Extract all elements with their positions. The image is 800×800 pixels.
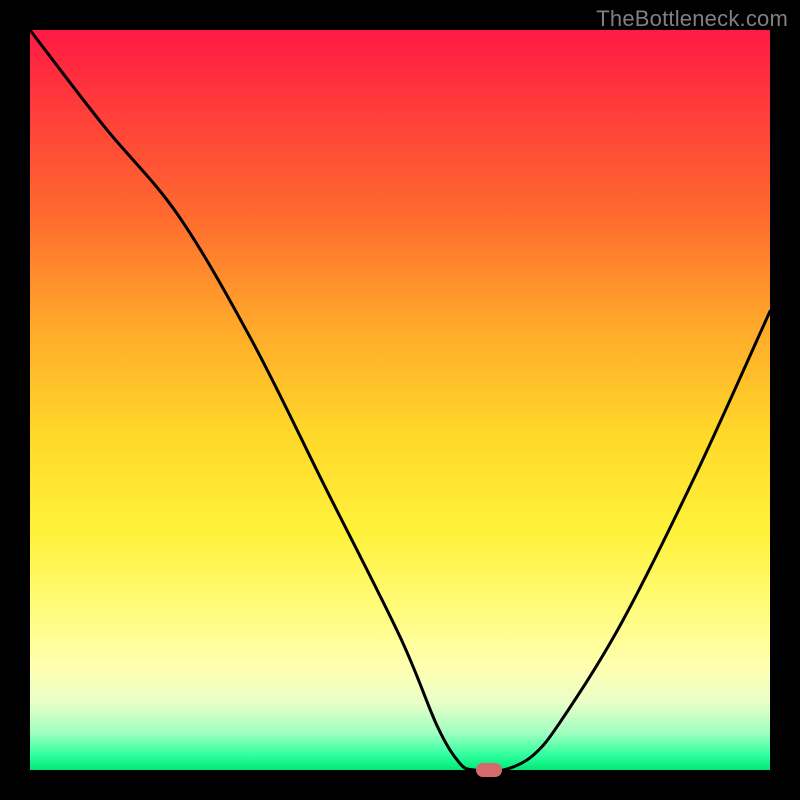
plot-area <box>30 30 770 770</box>
curve-path <box>30 30 770 770</box>
attribution-label: TheBottleneck.com <box>596 6 788 32</box>
optimal-marker <box>476 763 502 777</box>
bottleneck-curve <box>30 30 770 770</box>
chart-frame: TheBottleneck.com <box>0 0 800 800</box>
